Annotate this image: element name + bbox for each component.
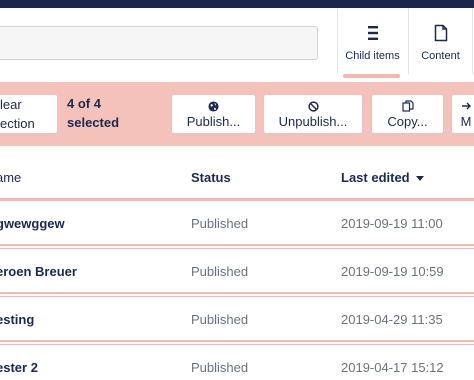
- row-status: Published: [191, 360, 249, 375]
- publish-button-label: Publish...: [186, 114, 241, 129]
- block-icon: [307, 99, 319, 113]
- table-row[interactable]: eroen Breuer Published 2019-09-19 10:59: [0, 248, 474, 294]
- unpublish-button-label: Unpublish...: [278, 114, 348, 129]
- tab-child-items-label: Child items: [345, 50, 400, 62]
- move-button[interactable]: M: [451, 94, 474, 134]
- move-button-label: M: [460, 114, 472, 129]
- selection-count-line2: selected: [67, 115, 120, 130]
- copy-button[interactable]: Copy...: [371, 94, 444, 134]
- table-row[interactable]: ester 2 Published 2019-04-17 15:12: [0, 344, 474, 380]
- clear-selection-label-line2: ection: [0, 116, 35, 131]
- bulk-actions-bar: lear ection 4 of 4 selected Publish... U…: [0, 82, 474, 146]
- publish-button[interactable]: Publish...: [171, 94, 256, 134]
- table-row[interactable]: esting Published 2019-04-29 11:35: [0, 296, 474, 342]
- table-header: ame Status Last edited: [0, 146, 474, 200]
- row-last-edited: 2019-09-19 11:00: [341, 216, 443, 231]
- row-last-edited: 2019-09-19 10:59: [341, 264, 444, 279]
- content-header: Child items Content: [0, 8, 474, 82]
- top-navigation-bar: [0, 0, 474, 8]
- column-header-status[interactable]: Status: [191, 170, 231, 185]
- globe-icon: [208, 99, 219, 113]
- unpublish-button[interactable]: Unpublish...: [263, 94, 363, 134]
- copy-button-label: Copy...: [387, 114, 428, 129]
- column-header-last-edited-label: Last edited: [341, 170, 410, 185]
- row-name[interactable]: eroen Breuer: [0, 264, 77, 279]
- active-tab-indicator: [343, 74, 400, 78]
- document-icon: [429, 22, 453, 44]
- tab-child-items[interactable]: Child items: [337, 8, 407, 74]
- selection-count-line1: 4 of 4: [67, 96, 101, 111]
- clear-selection-label-line1: lear: [0, 97, 22, 112]
- row-name[interactable]: gwewggew: [0, 216, 65, 231]
- tab-content[interactable]: Content: [408, 8, 472, 74]
- search-input[interactable]: [0, 26, 318, 60]
- move-icon: [460, 99, 472, 113]
- copy-icon: [401, 99, 414, 113]
- sort-descending-icon: [415, 176, 424, 182]
- list-icon: [361, 22, 385, 44]
- column-header-last-edited[interactable]: Last edited: [341, 170, 424, 185]
- column-header-name[interactable]: ame: [0, 170, 21, 185]
- row-name[interactable]: ester 2: [0, 360, 38, 375]
- row-last-edited: 2019-04-29 11:35: [341, 312, 443, 327]
- row-status: Published: [191, 312, 249, 327]
- clear-selection-button[interactable]: lear ection: [0, 94, 58, 134]
- table-row[interactable]: gwewggew Published 2019-09-19 11:00: [0, 200, 474, 246]
- row-status: Published: [191, 264, 249, 279]
- selection-count: 4 of 4 selected: [67, 94, 119, 132]
- tab-content-label: Content: [421, 50, 460, 62]
- row-status: Published: [191, 216, 249, 231]
- row-name[interactable]: esting: [0, 312, 34, 327]
- row-last-edited: 2019-04-17 15:12: [341, 360, 444, 375]
